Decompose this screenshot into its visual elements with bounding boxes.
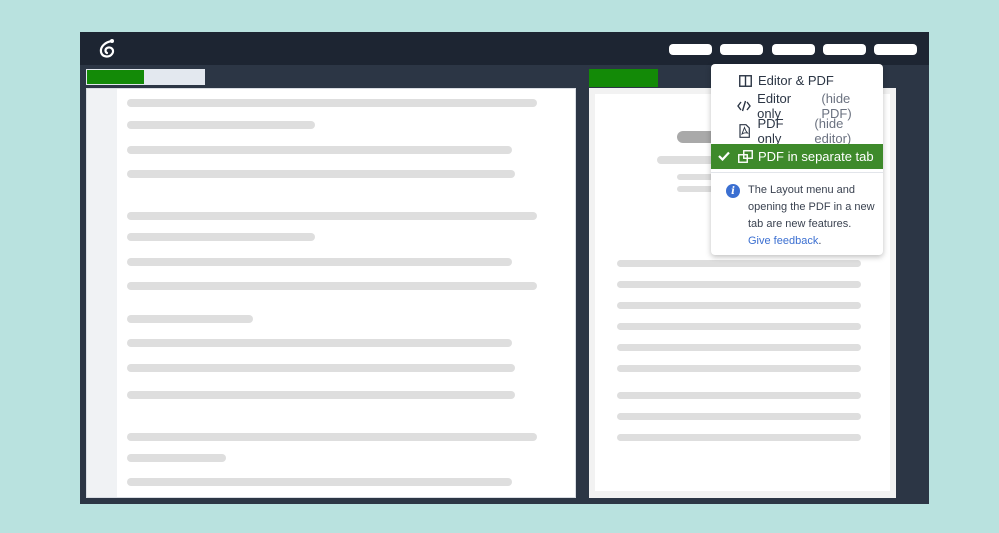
menu-item-sublabel: (hide editor) (814, 115, 852, 146)
menu-divider (711, 172, 883, 173)
pdf-text-line (617, 434, 861, 441)
pdf-text-line (617, 344, 861, 351)
info-message: The Layout menu and opening the PDF in a… (748, 184, 875, 230)
editor-text-line (127, 121, 315, 129)
editor-text-line (127, 212, 537, 220)
layout-dropdown-menu: Editor & PDF Editor only (hide PDF) PDF … (711, 64, 883, 255)
line-number-gutter (87, 89, 117, 497)
code-editor[interactable] (86, 88, 576, 498)
new-window-icon (736, 149, 754, 165)
editor-text-line (127, 233, 315, 241)
code-icon (736, 98, 754, 114)
top-toolbar (80, 32, 929, 65)
give-feedback-link[interactable]: Give feedback (748, 235, 818, 247)
editor-tab-bar (86, 69, 205, 85)
checkmark-icon (711, 150, 736, 164)
editor-text-line (127, 339, 512, 347)
pdf-file-icon (736, 123, 754, 139)
recompile-button[interactable] (589, 69, 658, 87)
pdf-text-line (617, 260, 861, 267)
editor-text-line (127, 315, 253, 323)
menu-item-editor-and-pdf[interactable]: Editor & PDF (711, 68, 883, 93)
editor-text-line (127, 170, 515, 178)
editor-text-line (127, 433, 537, 441)
pdf-text-line (617, 323, 861, 330)
editor-tab-active[interactable] (87, 70, 144, 84)
editor-text-line (127, 258, 512, 266)
editor-text-line (127, 282, 537, 290)
menu-item-label: PDF in separate tab (758, 149, 874, 164)
editor-text-line (127, 146, 512, 154)
split-view-icon (736, 73, 754, 89)
menu-item-editor-only[interactable]: Editor only (hide PDF) (711, 91, 883, 121)
info-icon: i (726, 184, 740, 198)
editor-text-line (127, 364, 515, 372)
pdf-text-line (617, 281, 861, 288)
info-text: The Layout menu and opening the PDF in a… (748, 182, 876, 250)
overleaf-logo-icon[interactable] (96, 38, 118, 60)
toolbar-button-1[interactable] (669, 44, 712, 55)
menu-item-label: Editor & PDF (758, 73, 834, 88)
pdf-text-line (617, 413, 861, 420)
pdf-text-line (617, 365, 861, 372)
editor-text-line (127, 454, 226, 462)
editor-text-line (127, 478, 512, 486)
menu-item-pdf-only[interactable]: PDF only (hide editor) (711, 115, 883, 146)
info-suffix: . (818, 235, 822, 247)
menu-item-label: PDF only (757, 115, 784, 146)
menu-item-pdf-separate-tab[interactable]: PDF in separate tab (711, 144, 883, 169)
toolbar-button-4[interactable] (823, 44, 866, 55)
editor-text-line (127, 99, 537, 107)
toolbar-button-2[interactable] (720, 44, 763, 55)
layout-button[interactable] (874, 44, 917, 55)
pdf-text-line (617, 302, 861, 309)
toolbar-button-3[interactable] (772, 44, 815, 55)
pdf-text-line (617, 392, 861, 399)
new-feature-notice: i The Layout menu and opening the PDF in… (726, 182, 876, 250)
editor-text-line (127, 391, 515, 399)
